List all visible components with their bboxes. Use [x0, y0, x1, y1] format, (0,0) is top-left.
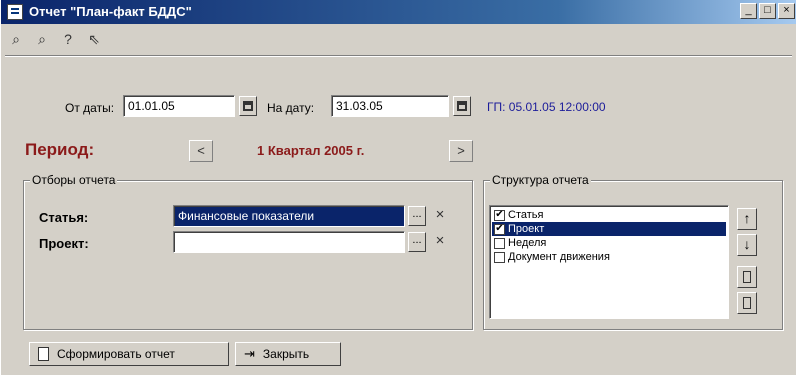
move-up-button[interactable]: ↑	[737, 208, 757, 230]
calendar-icon	[457, 101, 467, 111]
select-all-icon	[743, 271, 751, 283]
to-date-input[interactable]: 31.03.05	[331, 95, 449, 117]
close-door-icon: ⇥	[244, 346, 255, 361]
whats-this-icon[interactable]: ⇖	[83, 28, 105, 50]
toolbar-divider	[5, 55, 792, 57]
select-all-button[interactable]	[737, 266, 757, 288]
binoculars-icon[interactable]: ⌕	[5, 28, 27, 50]
title-bar: Отчет "План-факт БДДС" _ □ ×	[1, 0, 796, 24]
close-report-button[interactable]: ⇥ Закрыть	[235, 342, 341, 366]
checkbox-icon[interactable]	[494, 251, 505, 263]
report-window: Отчет "План-факт БДДС" _ □ × ⌕ ⌕ ? ⇖ От …	[0, 0, 796, 375]
report-icon	[7, 4, 23, 20]
project-select-button[interactable]: ...	[408, 232, 426, 252]
from-date-calendar-button[interactable]	[239, 96, 257, 116]
structure-list[interactable]: ✔ Статья ✔ Проект Неделя Документ движен…	[489, 205, 729, 319]
project-label: Проект:	[39, 236, 89, 251]
window-controls: _ □ ×	[740, 3, 795, 19]
period-value: 1 Квартал 2005 г.	[257, 143, 365, 158]
close-button[interactable]: ×	[778, 3, 795, 19]
article-clear-button[interactable]: ×	[431, 206, 449, 226]
structure-item-label: Документ движения	[508, 251, 610, 263]
document-icon	[38, 347, 49, 361]
deselect-all-icon	[743, 297, 751, 309]
window-title: Отчет "План-факт БДДС"	[29, 4, 192, 19]
structure-item-label: Неделя	[508, 237, 547, 249]
next-period-button[interactable]: >	[449, 140, 473, 162]
period-label: Период:	[25, 140, 95, 159]
structure-item-project[interactable]: ✔ Проект	[492, 222, 726, 236]
from-date-label: От даты:	[65, 101, 115, 115]
structure-item-label: Статья	[508, 209, 544, 221]
article-input[interactable]: Финансовые показатели	[173, 205, 405, 227]
calendar-icon	[243, 101, 253, 111]
help-icon[interactable]: ?	[57, 28, 79, 50]
structure-item-label: Проект	[508, 223, 545, 235]
structure-item-movement-document[interactable]: Документ движения	[492, 250, 726, 264]
checkbox-icon[interactable]	[494, 237, 505, 249]
deselect-all-button[interactable]	[737, 292, 757, 314]
from-date-input[interactable]: 01.01.05	[123, 95, 235, 117]
close-report-label: Закрыть	[262, 347, 310, 361]
filters-group-title: Отборы отчета	[30, 173, 118, 187]
checkbox-checked-icon[interactable]: ✔	[494, 209, 505, 221]
prev-period-button[interactable]: <	[189, 140, 213, 162]
article-label: Статья:	[39, 210, 89, 225]
project-clear-button[interactable]: ×	[431, 232, 449, 252]
structure-group-title: Структура отчета	[490, 173, 591, 187]
to-date-calendar-button[interactable]	[453, 96, 471, 116]
binoculars-next-icon[interactable]: ⌕	[31, 28, 53, 50]
checkbox-checked-icon[interactable]: ✔	[494, 223, 505, 235]
maximize-button[interactable]: □	[759, 3, 776, 19]
move-down-button[interactable]: ↓	[737, 234, 757, 256]
project-input[interactable]	[173, 231, 405, 253]
toolbar: ⌕ ⌕ ? ⇖	[5, 26, 105, 52]
filters-group: Отборы отчета	[23, 173, 473, 330]
generate-report-label: Сформировать отчет	[57, 347, 175, 361]
structure-item-week[interactable]: Неделя	[492, 236, 726, 250]
article-select-button[interactable]: ...	[408, 206, 426, 226]
gp-timestamp: ГП: 05.01.05 12:00:00	[487, 100, 606, 114]
minimize-button[interactable]: _	[740, 3, 757, 19]
to-date-label: На дату:	[267, 101, 315, 115]
generate-report-button[interactable]: Сформировать отчет	[29, 342, 229, 366]
structure-item-article[interactable]: ✔ Статья	[492, 208, 726, 222]
